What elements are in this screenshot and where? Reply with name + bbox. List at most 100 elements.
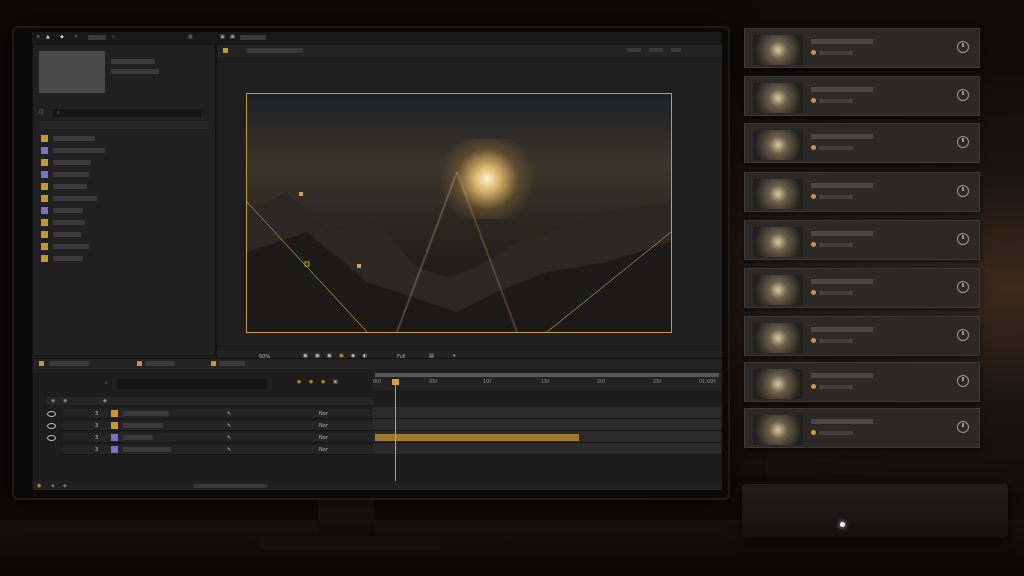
render-queue-item[interactable] [744, 362, 980, 402]
clock-icon[interactable] [957, 329, 969, 341]
folder-icon [41, 255, 48, 262]
render-queue-item[interactable] [744, 316, 980, 356]
list-item[interactable] [53, 136, 95, 141]
render-title-bar [811, 134, 873, 139]
layer-row[interactable]: 3 ✎ Nor [47, 421, 373, 431]
layer-duration-bar[interactable] [375, 434, 579, 441]
layer-name[interactable] [123, 447, 171, 452]
blend-mode-select[interactable]: Nor [319, 447, 328, 453]
work-area-bar[interactable] [375, 373, 719, 377]
ruler-label: 05f [429, 379, 438, 385]
motion-blur-icon[interactable]: ◉ [297, 379, 301, 385]
layer-label-swatch[interactable] [111, 446, 118, 453]
shy-switch-icon[interactable]: ✎ [227, 423, 231, 429]
list-item[interactable] [53, 160, 91, 165]
layer-name[interactable] [123, 435, 153, 440]
layer-row[interactable]: 3 ✎ Nor [47, 409, 373, 419]
project-search-input[interactable] [53, 109, 201, 117]
list-item[interactable] [53, 244, 89, 249]
render-title-bar [811, 231, 873, 236]
layer-row[interactable]: 3 ✎ Nor [63, 445, 373, 455]
timeline-footer: ◉ ◈ ◈ [33, 481, 722, 490]
shy-switch-icon[interactable]: ✎ [227, 447, 231, 453]
toggle-switches-icon[interactable]: ◈ [51, 483, 55, 489]
comp-tab-icon[interactable]: ▣ [220, 34, 225, 40]
close-icon[interactable]: ✕ [36, 34, 40, 40]
list-item[interactable] [53, 256, 83, 261]
render-queue-item[interactable] [744, 28, 980, 68]
blend-mode-select[interactable]: Nor [319, 411, 328, 417]
layer-track[interactable] [373, 419, 721, 431]
list-item[interactable] [53, 232, 81, 237]
layer-name[interactable] [123, 423, 163, 428]
composition-viewer[interactable] [246, 93, 672, 333]
shy-switch-icon[interactable]: ✎ [227, 411, 231, 417]
clock-icon[interactable] [957, 89, 969, 101]
clock-icon[interactable] [957, 375, 969, 387]
project-info-line-1 [111, 59, 155, 64]
list-item[interactable] [53, 196, 97, 201]
list-item[interactable] [53, 172, 89, 177]
render-queue-item[interactable] [744, 76, 980, 116]
selection-tool-icon[interactable]: ▲ [46, 34, 50, 40]
layer-row[interactable]: 3 ✎ Nor [47, 433, 373, 443]
list-item[interactable] [53, 184, 87, 189]
list-item[interactable] [53, 148, 105, 153]
timeline-tab[interactable] [49, 361, 89, 366]
comp-tab-label[interactable] [247, 48, 303, 53]
playhead[interactable] [395, 379, 396, 487]
clock-icon[interactable] [957, 233, 969, 245]
viewer-option[interactable] [649, 48, 663, 52]
composition-icon [41, 147, 48, 154]
render-time-icon[interactable]: ◉ [37, 483, 41, 489]
frame-blend-icon[interactable]: ▣ [333, 379, 338, 385]
eye-icon[interactable] [47, 435, 56, 441]
toggle-modes-icon[interactable]: ◈ [63, 483, 67, 489]
layer-track[interactable] [373, 443, 721, 455]
render-queue-item[interactable] [744, 123, 980, 163]
render-queue-item[interactable] [744, 268, 980, 308]
comp-name-bar[interactable] [240, 35, 266, 40]
render-queue-item[interactable] [744, 172, 980, 212]
playhead-handle[interactable] [392, 379, 399, 385]
layer-track[interactable] [373, 407, 721, 419]
search-icon: ⌕ [57, 110, 60, 116]
layer-label-swatch[interactable] [111, 410, 118, 417]
snapshot-icon[interactable]: ▣ [230, 34, 235, 40]
list-item[interactable] [53, 220, 85, 225]
clock-icon[interactable] [957, 41, 969, 53]
render-queue-item[interactable] [744, 220, 980, 260]
timeline-tab[interactable] [219, 361, 245, 366]
clock-icon[interactable] [957, 281, 969, 293]
status-dot [811, 98, 816, 103]
ruler-label: 10f [483, 379, 492, 385]
clock-icon[interactable] [957, 136, 969, 148]
draft-3d-icon[interactable]: ◉ [309, 379, 313, 385]
render-queue-item[interactable] [744, 408, 980, 448]
close-tab-icon[interactable]: ✕ [74, 34, 78, 40]
timeline-tab[interactable] [145, 361, 175, 366]
blend-mode-select[interactable]: Nor [319, 423, 328, 429]
layer-name[interactable] [123, 411, 169, 416]
graph-editor-icon[interactable]: ◉ [321, 379, 325, 385]
time-ruler[interactable]: 00f 05f 10f 15f 20f 25f 01:00f [373, 373, 722, 391]
search-icon[interactable]: ⌕ [112, 34, 115, 40]
layer-label-swatch[interactable] [111, 422, 118, 429]
tab-label-bar[interactable] [88, 35, 106, 40]
layer-number: 3 [95, 411, 99, 417]
list-item[interactable] [53, 208, 83, 213]
filter-icon[interactable]: ◫ [39, 109, 44, 115]
pin-icon[interactable]: ◆ [60, 34, 64, 40]
panel-menu-icon[interactable]: ▦ [188, 34, 193, 40]
blend-mode-select[interactable]: Nor [319, 435, 328, 441]
viewer-option[interactable] [627, 48, 641, 52]
zoom-slider[interactable] [193, 484, 267, 488]
eye-icon[interactable] [47, 423, 56, 429]
eye-icon[interactable] [47, 411, 56, 417]
clock-icon[interactable] [957, 421, 969, 433]
clock-icon[interactable] [957, 185, 969, 197]
timeline-search-input[interactable] [117, 379, 267, 389]
viewer-option[interactable] [671, 48, 681, 52]
layer-label-swatch[interactable] [111, 434, 118, 441]
shy-switch-icon[interactable]: ✎ [227, 435, 231, 441]
